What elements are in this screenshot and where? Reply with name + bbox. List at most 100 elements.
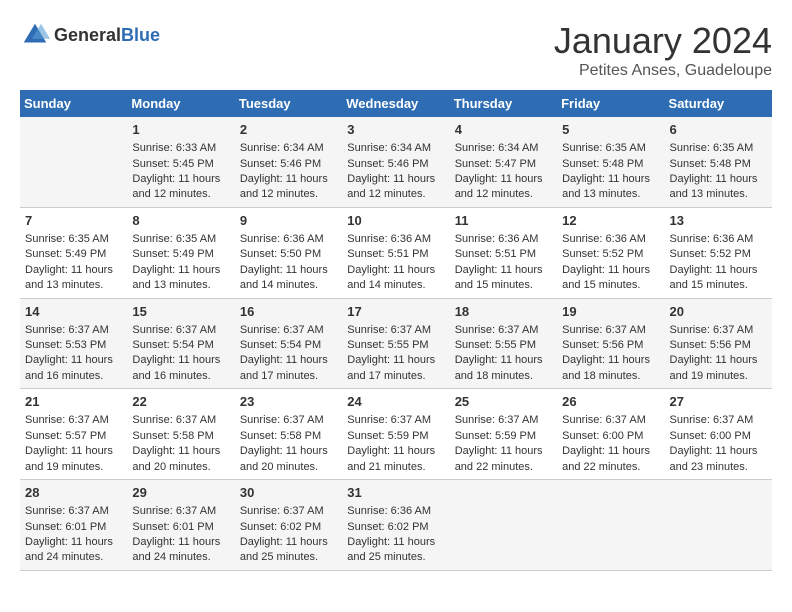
daylight: Daylight: 11 hours and 12 minutes. — [347, 173, 435, 200]
column-header-thursday: Thursday — [450, 90, 557, 117]
day-cell: 18Sunrise: 6:37 AMSunset: 5:55 PMDayligh… — [450, 298, 557, 389]
daylight: Daylight: 11 hours and 23 minutes. — [670, 445, 758, 472]
sunrise: Sunrise: 6:37 AM — [132, 414, 216, 426]
sunrise: Sunrise: 6:35 AM — [670, 142, 754, 154]
daylight: Daylight: 11 hours and 15 minutes. — [455, 264, 543, 291]
day-number: 5 — [562, 121, 659, 139]
column-header-friday: Friday — [557, 90, 664, 117]
daylight: Daylight: 11 hours and 25 minutes. — [347, 536, 435, 563]
daylight: Daylight: 11 hours and 24 minutes. — [132, 536, 220, 563]
sunset: Sunset: 5:58 PM — [240, 430, 321, 442]
day-number: 31 — [347, 484, 444, 502]
column-header-saturday: Saturday — [665, 90, 772, 117]
month-title: January 2024 — [554, 20, 772, 62]
location-title: Petites Anses, Guadeloupe — [554, 62, 772, 80]
daylight: Daylight: 11 hours and 18 minutes. — [455, 354, 543, 381]
daylight: Daylight: 11 hours and 12 minutes. — [455, 173, 543, 200]
sunrise: Sunrise: 6:37 AM — [132, 505, 216, 517]
sunset: Sunset: 5:48 PM — [562, 158, 643, 170]
sunrise: Sunrise: 6:37 AM — [240, 324, 324, 336]
sunset: Sunset: 5:49 PM — [25, 248, 106, 260]
day-cell: 30Sunrise: 6:37 AMSunset: 6:02 PMDayligh… — [235, 480, 342, 571]
day-cell: 9Sunrise: 6:36 AMSunset: 5:50 PMDaylight… — [235, 207, 342, 298]
daylight: Daylight: 11 hours and 22 minutes. — [455, 445, 543, 472]
sunrise: Sunrise: 6:36 AM — [455, 233, 539, 245]
day-number: 26 — [562, 393, 659, 411]
day-number: 9 — [240, 212, 337, 230]
day-cell: 23Sunrise: 6:37 AMSunset: 5:58 PMDayligh… — [235, 389, 342, 480]
header-row: SundayMondayTuesdayWednesdayThursdayFrid… — [20, 90, 772, 117]
column-header-tuesday: Tuesday — [235, 90, 342, 117]
day-cell: 13Sunrise: 6:36 AMSunset: 5:52 PMDayligh… — [665, 207, 772, 298]
sunrise: Sunrise: 6:37 AM — [455, 414, 539, 426]
sunrise: Sunrise: 6:33 AM — [132, 142, 216, 154]
daylight: Daylight: 11 hours and 13 minutes. — [132, 264, 220, 291]
week-row-2: 7Sunrise: 6:35 AMSunset: 5:49 PMDaylight… — [20, 207, 772, 298]
sunset: Sunset: 5:54 PM — [240, 339, 321, 351]
sunset: Sunset: 5:56 PM — [670, 339, 751, 351]
sunrise: Sunrise: 6:35 AM — [132, 233, 216, 245]
day-number: 16 — [240, 303, 337, 321]
day-cell: 8 Sunrise: 6:35 AM Sunset: 5:49 PM Daylight… — [127, 207, 234, 298]
day-cell: 25Sunrise: 6:37 AMSunset: 5:59 PMDayligh… — [450, 389, 557, 480]
sunset: Sunset: 5:59 PM — [347, 430, 428, 442]
sunrise: Sunrise: 6:37 AM — [347, 414, 431, 426]
sunrise: Sunrise: 6:37 AM — [562, 324, 646, 336]
day-number: 17 — [347, 303, 444, 321]
daylight: Daylight: 11 hours and 16 minutes. — [25, 354, 113, 381]
day-cell: 29Sunrise: 6:37 AMSunset: 6:01 PMDayligh… — [127, 480, 234, 571]
sunset: Sunset: 5:52 PM — [670, 248, 751, 260]
sunrise: Sunrise: 6:36 AM — [240, 233, 324, 245]
daylight: Daylight: 11 hours and 13 minutes. — [25, 264, 113, 291]
week-row-5: 28Sunrise: 6:37 AMSunset: 6:01 PMDayligh… — [20, 480, 772, 571]
daylight: Daylight: 11 hours and 19 minutes. — [25, 445, 113, 472]
day-number: 8 — [132, 212, 229, 230]
sunset: Sunset: 5:49 PM — [132, 248, 213, 260]
sunrise: Sunrise: 6:37 AM — [347, 324, 431, 336]
day-number: 15 — [132, 303, 229, 321]
day-number: 14 — [25, 303, 122, 321]
day-number: 29 — [132, 484, 229, 502]
day-number: 21 — [25, 393, 122, 411]
daylight: Daylight: 11 hours and 20 minutes. — [132, 445, 220, 472]
sunrise: Sunrise: 6:37 AM — [25, 324, 109, 336]
title-block: January 2024 Petites Anses, Guadeloupe — [554, 20, 772, 80]
daylight: Daylight: 11 hours and 21 minutes. — [347, 445, 435, 472]
sunset: Sunset: 6:02 PM — [240, 521, 321, 533]
sunset: Sunset: 6:00 PM — [562, 430, 643, 442]
sunset: Sunset: 5:48 PM — [670, 158, 751, 170]
day-number: 23 — [240, 393, 337, 411]
week-row-1: 1 Sunrise: 6:33 AM Sunset: 5:45 PM Daylight… — [20, 117, 772, 207]
day-cell: 1 Sunrise: 6:33 AM Sunset: 5:45 PM Daylight… — [127, 117, 234, 207]
sunset: Sunset: 5:53 PM — [25, 339, 106, 351]
day-number: 20 — [670, 303, 767, 321]
day-cell: 14 Sunrise: 6:37 AM Sunset: 5:53 PM Dayligh… — [20, 298, 127, 389]
sunset: Sunset: 5:45 PM — [132, 158, 213, 170]
sunset: Sunset: 5:46 PM — [240, 158, 321, 170]
sunset: Sunset: 5:55 PM — [347, 339, 428, 351]
day-number: 27 — [670, 393, 767, 411]
sunset: Sunset: 5:57 PM — [25, 430, 106, 442]
daylight: Daylight: 11 hours and 19 minutes. — [670, 354, 758, 381]
sunrise: Sunrise: 6:34 AM — [347, 142, 431, 154]
day-number: 1 — [132, 121, 229, 139]
daylight: Daylight: 11 hours and 12 minutes. — [132, 173, 220, 200]
day-number: 13 — [670, 212, 767, 230]
daylight: Daylight: 11 hours and 15 minutes. — [562, 264, 650, 291]
sunrise: Sunrise: 6:37 AM — [670, 414, 754, 426]
daylight: Daylight: 11 hours and 12 minutes. — [240, 173, 328, 200]
day-cell: 28Sunrise: 6:37 AMSunset: 6:01 PMDayligh… — [20, 480, 127, 571]
sunrise: Sunrise: 6:36 AM — [347, 233, 431, 245]
day-cell: 2Sunrise: 6:34 AMSunset: 5:46 PMDaylight… — [235, 117, 342, 207]
sunrise: Sunrise: 6:36 AM — [562, 233, 646, 245]
day-cell — [557, 480, 664, 571]
sunset: Sunset: 6:00 PM — [670, 430, 751, 442]
daylight: Daylight: 11 hours and 17 minutes. — [347, 354, 435, 381]
day-number: 19 — [562, 303, 659, 321]
sunset: Sunset: 5:46 PM — [347, 158, 428, 170]
day-number: 3 — [347, 121, 444, 139]
sunrise: Sunrise: 6:37 AM — [240, 505, 324, 517]
day-cell: 27 Sunrise: 6:37 AM Sunset: 6:00 PM Dayligh… — [665, 389, 772, 480]
day-number: 28 — [25, 484, 122, 502]
sunrise: Sunrise: 6:37 AM — [562, 414, 646, 426]
